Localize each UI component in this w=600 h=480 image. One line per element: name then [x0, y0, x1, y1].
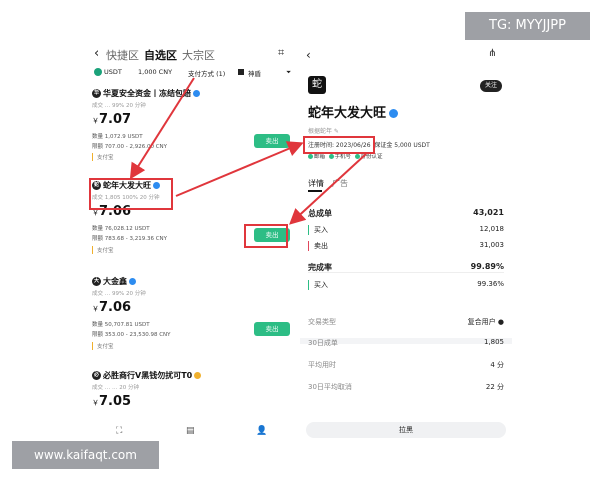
- screenshot-root: ‹ 快捷区 自选区 大宗区 ⌗ USDT 1,000 CNY 支付方式 (1) …: [0, 0, 600, 480]
- arrow-to-merchant: [129, 77, 195, 180]
- annotation-arrows: [129, 77, 367, 225]
- site-watermark: www.kaifaqt.com: [12, 441, 159, 469]
- arrow-to-profile: [175, 141, 304, 197]
- arrow-to-sell: [289, 153, 367, 225]
- telegram-watermark: TG: MYYJJPP: [465, 12, 590, 40]
